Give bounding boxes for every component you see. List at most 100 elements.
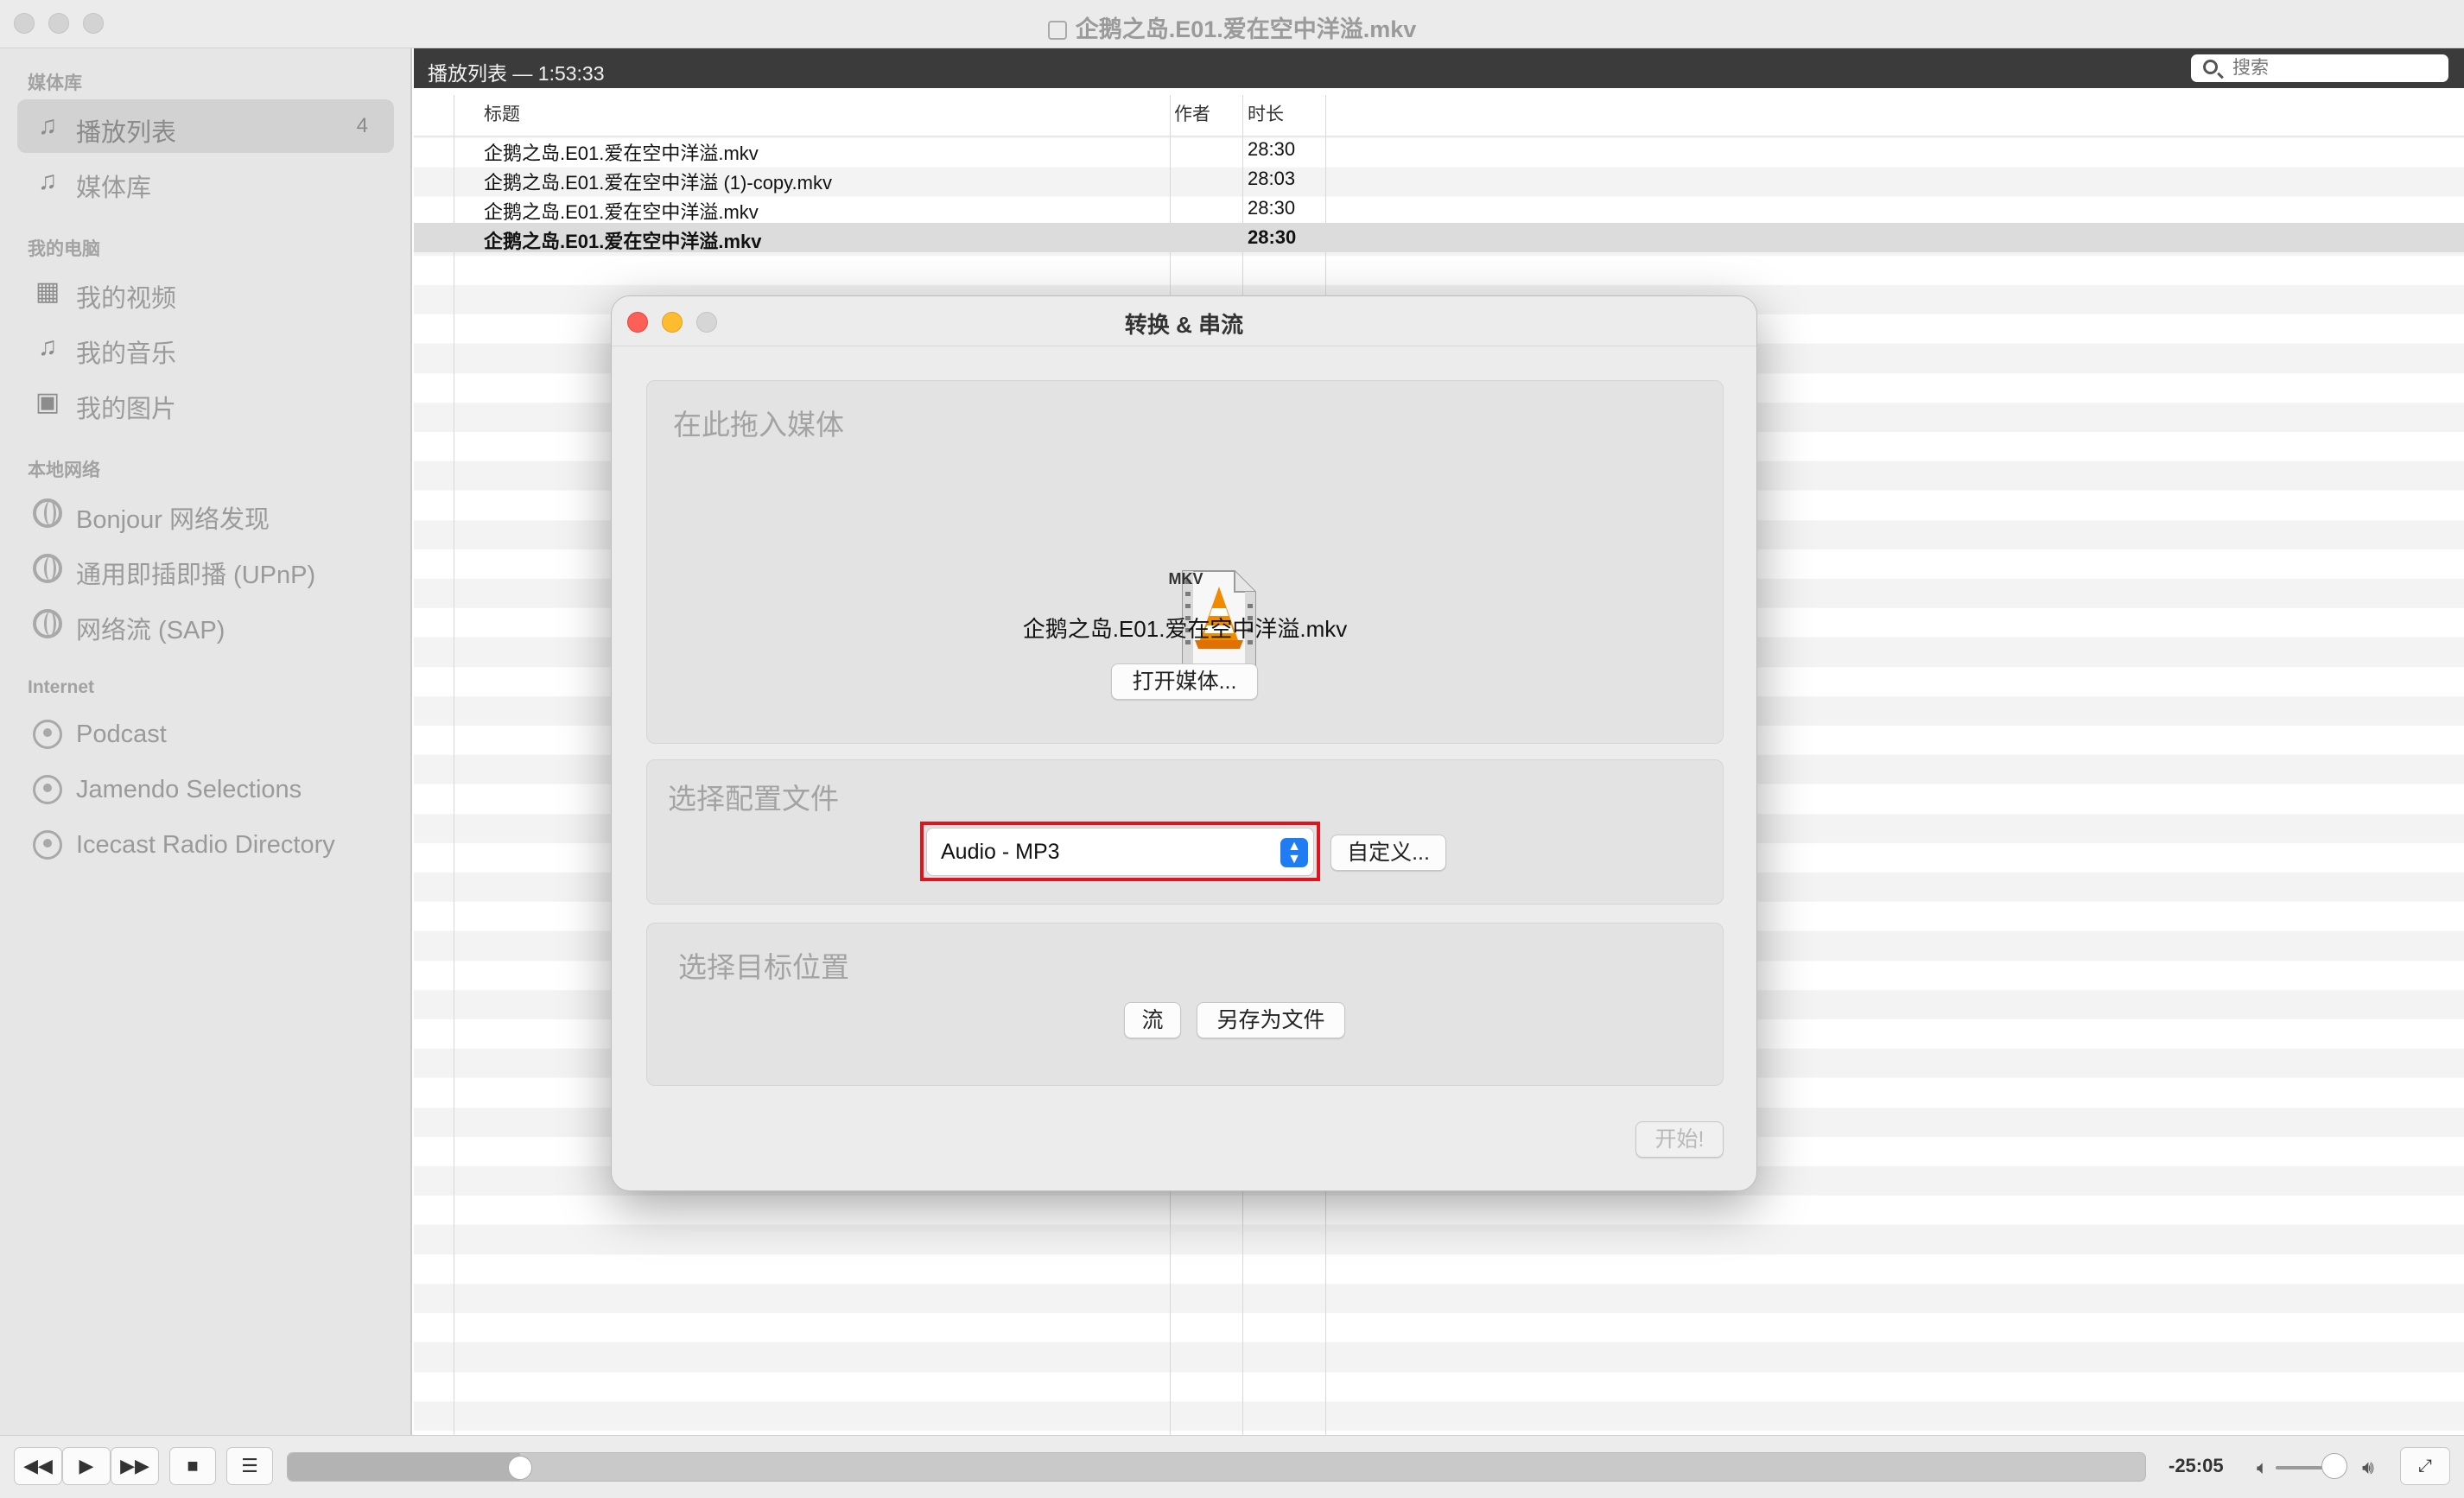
column-header-duration[interactable]: 时长 [1248,100,1284,126]
chevron-updown-icon: ▲ ▼ [1280,838,1308,867]
drop-media-panel[interactable]: 在此拖入媒体 MKV 企鹅之岛.E01.爱在空中洋溢.mkv 打开媒体... [646,380,1724,744]
sidebar-item-sap[interactable]: 网络流 (SAP) [17,597,394,651]
sidebar-item-label: 我的图片 [76,396,177,423]
volume-high-icon[interactable]: 🔊︎ [2362,1457,2374,1479]
stream-button[interactable]: 流 [1124,1002,1181,1038]
sidebar-item-bonjour[interactable]: Bonjour 网络发现 [17,486,394,540]
sidebar-section-my-computer: 我的电脑 [28,239,100,259]
document-icon [1047,21,1067,40]
sidebar-item-label: Jamendo Selections [76,776,302,803]
sidebar-section-library: 媒体库 [28,73,82,93]
sidebar-item-podcast[interactable]: Podcast [17,708,394,761]
save-as-file-button[interactable]: 另存为文件 [1197,1002,1345,1038]
podcast-icon [33,775,62,804]
table-row[interactable]: 企鹅之岛.E01.爱在空中洋溢.mkv 28:30 [414,135,2464,164]
row-duration: 28:30 [1248,226,1297,248]
sidebar-item-label: Icecast Radio Directory [76,831,335,859]
sidebar-section-internet: Internet [28,677,95,697]
list-icon: ☰ [241,1455,258,1476]
media-file-name: 企鹅之岛.E01.爱在空中洋溢.mkv [1022,616,1348,642]
playlist-toggle-button[interactable]: ☰ [226,1447,273,1485]
globe-icon [33,498,62,528]
column-header-author[interactable]: 作者 [1174,100,1210,126]
sidebar-item-upnp[interactable]: 通用即插即播 (UPnP) [17,542,394,595]
sidebar-section-local-network: 本地网络 [28,460,100,480]
sidebar-item-label: 网络流 (SAP) [76,617,225,644]
destination-panel: 选择目标位置 流 另存为文件 [646,923,1724,1086]
remaining-time[interactable]: -25:05 [2169,1455,2224,1477]
seek-slider[interactable] [287,1452,2146,1482]
window-titlebar: 企鹅之岛.E01.爱在空中洋溢.mkv [0,0,2464,48]
sidebar: 媒体库 ♫ 播放列表 4 ♫ 媒体库 我的电脑 ▦ 我的视频 ♫ 我的音乐 ▣ … [0,48,412,1435]
row-duration: 28:30 [1248,138,1296,160]
row-title: 企鹅之岛.E01.爱在空中洋溢 (1)-copy.mkv [484,172,832,194]
profile-select-value: Audio - MP3 [941,840,1060,864]
row-title: 企鹅之岛.E01.爱在空中洋溢.mkv [484,143,759,164]
window-title-text: 企鹅之岛.E01.爱在空中洋溢.mkv [1075,16,1417,42]
music-note-doc-icon: ♫ [37,167,58,195]
film-icon: ▦ [35,277,60,306]
music-note-doc-icon: ♫ [37,111,58,140]
stop-icon: ■ [187,1455,199,1476]
table-header [414,88,2464,136]
volume-slider-knob[interactable] [2321,1453,2347,1479]
playlist-header: 播放列表 — 1:53:33 [414,48,2464,88]
search-field[interactable] [2191,54,2448,82]
window-title: 企鹅之岛.E01.爱在空中洋溢.mkv [0,10,2464,44]
rewind-button[interactable]: ◀◀ [14,1447,62,1485]
sidebar-item-label: 媒体库 [76,175,152,202]
open-media-button[interactable]: 打开媒体... [1111,663,1258,700]
globe-icon [33,554,62,583]
drop-media-label: 在此拖入媒体 [673,409,844,441]
sidebar-item-jamendo[interactable]: Jamendo Selections [17,763,394,816]
sidebar-item-label: 我的视频 [76,285,177,313]
fullscreen-icon: ⤢ [2418,1457,2432,1476]
podcast-icon [33,720,62,749]
volume-low-icon[interactable]: 🔈︎ [2257,1457,2268,1479]
profile-select[interactable]: Audio - MP3 ▲ ▼ [926,828,1314,876]
convert-stream-dialog: 转换 & 串流 在此拖入媒体 MKV 企鹅之岛.E01.爱在空中洋溢.mkv 打… [611,295,1757,1191]
table-row[interactable]: 企鹅之岛.E01.爱在空中洋溢 (1)-copy.mkv 28:03 [414,164,2464,194]
seek-slider-fill [288,1453,520,1481]
dialog-titlebar: 转换 & 串流 [612,296,1756,346]
playlist-title: 播放列表 — 1:53:33 [428,62,605,85]
table-row[interactable]: 企鹅之岛.E01.爱在空中洋溢.mkv 28:30 [414,194,2464,223]
sidebar-item-count: 4 [356,114,368,137]
sidebar-item-my-music[interactable]: ♫ 我的音乐 [17,321,394,374]
fast-forward-icon: ▶▶ [120,1455,149,1476]
stop-button[interactable]: ■ [169,1447,216,1485]
search-input[interactable] [2232,58,2431,79]
fast-forward-button[interactable]: ▶▶ [111,1447,159,1485]
sidebar-item-icecast[interactable]: Icecast Radio Directory [17,818,394,872]
destination-label: 选择目标位置 [678,951,849,983]
picture-icon: ▣ [35,388,60,416]
customize-profile-button[interactable]: 自定义... [1330,835,1446,871]
sidebar-item-label: 播放列表 [76,119,177,147]
table-row-selected[interactable]: 企鹅之岛.E01.爱在空中洋溢.mkv 28:30 [414,223,2464,252]
row-duration: 28:03 [1248,168,1296,189]
search-icon [2203,60,2218,74]
column-header-title[interactable]: 标题 [484,100,520,126]
globe-icon [33,609,62,638]
play-button[interactable]: ▶ [62,1447,111,1485]
sidebar-item-media-library[interactable]: ♫ 媒体库 [17,155,394,208]
play-icon: ▶ [79,1455,94,1476]
row-duration: 28:30 [1248,197,1296,219]
fullscreen-button[interactable]: ⤢ [2400,1447,2450,1485]
podcast-icon [33,830,62,860]
sidebar-item-my-pictures[interactable]: ▣ 我的图片 [17,376,394,429]
start-button[interactable]: 开始! [1635,1121,1724,1158]
sidebar-item-label: Podcast [76,720,167,748]
seek-slider-knob[interactable] [508,1456,532,1480]
sidebar-item-label: 通用即插即播 (UPnP) [76,562,316,589]
rewind-icon: ◀◀ [23,1455,53,1476]
music-note-icon: ♫ [37,333,58,361]
sidebar-item-my-videos[interactable]: ▦ 我的视频 [17,265,394,319]
dialog-title: 转换 & 串流 [1124,312,1244,338]
sidebar-item-label: Bonjour 网络发现 [76,506,270,534]
row-title: 企鹅之岛.E01.爱在空中洋溢.mkv [484,201,759,223]
sidebar-item-playlist[interactable]: ♫ 播放列表 4 [17,99,394,153]
playback-controls: ◀◀ ▶ ▶▶ ■ ☰ -25:05 🔈︎ 🔊︎ ⤢ [0,1435,2464,1498]
row-title: 企鹅之岛.E01.爱在空中洋溢.mkv [484,231,762,252]
sidebar-item-label: 我的音乐 [76,340,177,368]
